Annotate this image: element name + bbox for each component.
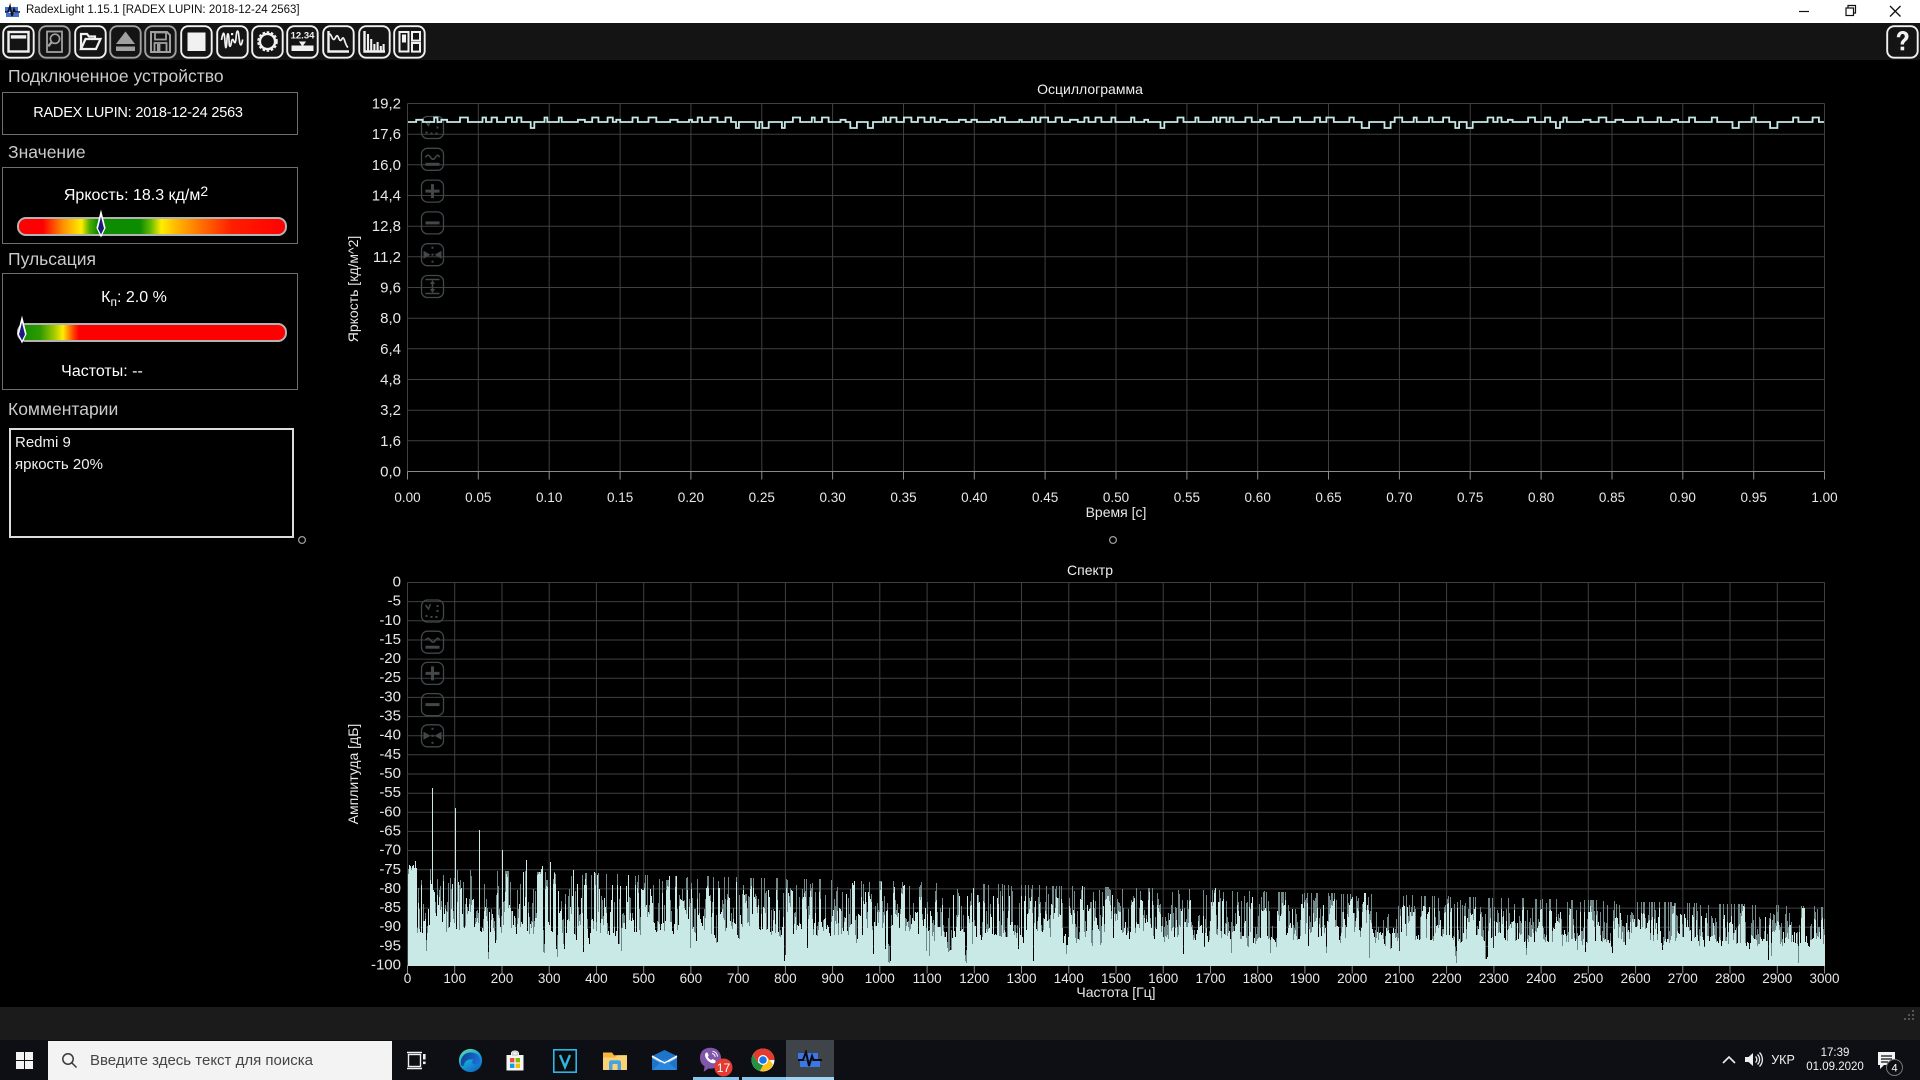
svg-text:-40: -40 bbox=[379, 727, 401, 744]
svg-text:400: 400 bbox=[585, 971, 608, 986]
svg-text:1300: 1300 bbox=[1006, 971, 1036, 986]
svg-text:1200: 1200 bbox=[959, 971, 989, 986]
svg-text:9,6: 9,6 bbox=[380, 280, 401, 297]
svg-text:2300: 2300 bbox=[1479, 971, 1509, 986]
svg-text:-70: -70 bbox=[379, 842, 401, 859]
svg-text:2900: 2900 bbox=[1762, 971, 1792, 986]
svg-text:-35: -35 bbox=[379, 708, 401, 725]
svg-text:0.10: 0.10 bbox=[536, 490, 562, 505]
svg-text:0.15: 0.15 bbox=[607, 490, 633, 505]
svg-text:0.50: 0.50 bbox=[1103, 490, 1129, 505]
svg-text:Частота [Гц]: Частота [Гц] bbox=[1076, 984, 1155, 1000]
svg-text:2700: 2700 bbox=[1668, 971, 1698, 986]
svg-text:-80: -80 bbox=[379, 880, 401, 897]
svg-text:-60: -60 bbox=[379, 803, 401, 820]
svg-text:Яркость [кд/м^2]: Яркость [кд/м^2] bbox=[345, 236, 361, 343]
svg-text:900: 900 bbox=[821, 971, 844, 986]
svg-text:19,2: 19,2 bbox=[372, 96, 401, 113]
svg-text:-90: -90 bbox=[379, 918, 401, 935]
svg-text:-55: -55 bbox=[379, 784, 401, 801]
svg-text:-100: -100 bbox=[371, 957, 401, 974]
svg-text:2000: 2000 bbox=[1337, 971, 1367, 986]
svg-text:11,2: 11,2 bbox=[373, 249, 401, 266]
svg-text:0.80: 0.80 bbox=[1528, 490, 1554, 505]
svg-text:2600: 2600 bbox=[1621, 971, 1651, 986]
svg-text:3000: 3000 bbox=[1809, 971, 1839, 986]
svg-text:4,8: 4,8 bbox=[380, 372, 401, 389]
svg-text:8,0: 8,0 bbox=[380, 310, 401, 327]
svg-text:2200: 2200 bbox=[1432, 971, 1462, 986]
svg-text:0.40: 0.40 bbox=[961, 490, 987, 505]
svg-text:1,6: 1,6 bbox=[380, 433, 401, 450]
svg-text:16,0: 16,0 bbox=[372, 157, 401, 174]
svg-text:-20: -20 bbox=[379, 650, 401, 667]
svg-text:1800: 1800 bbox=[1243, 971, 1273, 986]
svg-text:0.65: 0.65 bbox=[1315, 490, 1341, 505]
svg-text:2100: 2100 bbox=[1384, 971, 1414, 986]
svg-text:2800: 2800 bbox=[1715, 971, 1745, 986]
svg-text:-30: -30 bbox=[379, 688, 401, 705]
svg-text:-5: -5 bbox=[388, 593, 401, 610]
svg-text:-65: -65 bbox=[379, 822, 401, 839]
svg-text:1.00: 1.00 bbox=[1811, 490, 1837, 505]
svg-text:1700: 1700 bbox=[1195, 971, 1225, 986]
svg-text:0.75: 0.75 bbox=[1457, 490, 1483, 505]
svg-text:0.70: 0.70 bbox=[1386, 490, 1412, 505]
svg-text:2400: 2400 bbox=[1526, 971, 1556, 986]
svg-text:4: 4 bbox=[1891, 1063, 1897, 1075]
svg-text:-15: -15 bbox=[379, 631, 401, 648]
svg-text:200: 200 bbox=[491, 971, 514, 986]
svg-text:-50: -50 bbox=[379, 765, 401, 782]
svg-text:12,8: 12,8 bbox=[372, 218, 401, 235]
svg-text:0: 0 bbox=[393, 574, 401, 591]
svg-text:17: 17 bbox=[717, 1061, 731, 1075]
svg-text:Осциллограмма: Осциллограмма bbox=[1037, 81, 1143, 97]
svg-text:17,6: 17,6 bbox=[372, 126, 401, 143]
svg-text:-75: -75 bbox=[379, 861, 401, 878]
svg-text:-10: -10 bbox=[379, 612, 401, 629]
svg-text:0.00: 0.00 bbox=[394, 490, 420, 505]
svg-text:0.05: 0.05 bbox=[465, 490, 491, 505]
svg-text:1000: 1000 bbox=[865, 971, 895, 986]
svg-text:500: 500 bbox=[632, 971, 655, 986]
svg-text:-85: -85 bbox=[379, 899, 401, 916]
svg-text:12.34: 12.34 bbox=[291, 31, 315, 42]
svg-text:800: 800 bbox=[774, 971, 797, 986]
svg-text:700: 700 bbox=[727, 971, 750, 986]
svg-text:0.55: 0.55 bbox=[1174, 490, 1200, 505]
svg-text:0: 0 bbox=[404, 971, 412, 986]
svg-text:0.20: 0.20 bbox=[678, 490, 704, 505]
svg-text:0.90: 0.90 bbox=[1670, 490, 1696, 505]
svg-text:100: 100 bbox=[443, 971, 466, 986]
svg-text:Амплитуда [дБ]: Амплитуда [дБ] bbox=[345, 724, 361, 825]
svg-text:0.95: 0.95 bbox=[1741, 490, 1767, 505]
svg-text:Спектр: Спектр bbox=[1067, 562, 1113, 578]
svg-text:3,2: 3,2 bbox=[380, 402, 401, 419]
svg-text:300: 300 bbox=[538, 971, 561, 986]
svg-text:-45: -45 bbox=[379, 746, 401, 763]
svg-text:0.60: 0.60 bbox=[1245, 490, 1271, 505]
svg-text:Время [с]: Время [с] bbox=[1086, 504, 1147, 520]
svg-text:-25: -25 bbox=[379, 669, 401, 686]
svg-text:0.85: 0.85 bbox=[1599, 490, 1625, 505]
svg-text:0.45: 0.45 bbox=[1032, 490, 1058, 505]
svg-text:-95: -95 bbox=[379, 937, 401, 954]
svg-text:0.35: 0.35 bbox=[890, 490, 916, 505]
svg-text:0.25: 0.25 bbox=[749, 490, 775, 505]
svg-text:6,4: 6,4 bbox=[380, 341, 401, 358]
svg-text:0.30: 0.30 bbox=[819, 490, 845, 505]
svg-text:600: 600 bbox=[680, 971, 703, 986]
svg-text:14,4: 14,4 bbox=[372, 188, 401, 205]
svg-text:2500: 2500 bbox=[1573, 971, 1603, 986]
svg-text:0,0: 0,0 bbox=[380, 464, 401, 481]
svg-text:1900: 1900 bbox=[1290, 971, 1320, 986]
svg-text:1100: 1100 bbox=[913, 971, 942, 986]
